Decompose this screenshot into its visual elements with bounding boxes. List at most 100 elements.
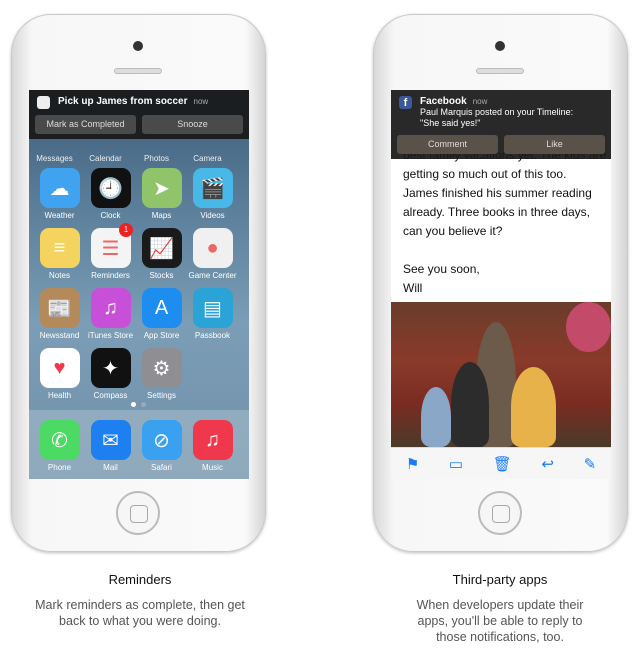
app-maps[interactable]: ➤ Maps <box>136 168 187 220</box>
app-label: Newsstand <box>39 331 80 340</box>
mail-icon: ✉ <box>90 420 131 460</box>
app-label: Mail <box>103 463 118 472</box>
facebook-icon: f <box>399 96 412 109</box>
app-phone[interactable]: ✆ Phone <box>34 420 85 479</box>
caption-third-party-apps: Third-party apps When developers update … <box>340 572 640 645</box>
app-app-store[interactable]: A App Store <box>136 288 187 340</box>
app-passbook[interactable]: ▤ Passbook <box>187 288 238 340</box>
family-photo <box>391 302 611 447</box>
app-grid: ☁ Weather 🕘 Clock ➤ Maps 🎬 Videos ≡ Notes ☰ 1 Remind… <box>34 168 238 400</box>
snooze-button[interactable]: Snooze <box>142 115 243 134</box>
peek-labels: Messages Calendar Photos Camera <box>29 154 249 163</box>
caption-reminders: Reminders Mark reminders as complete, th… <box>0 572 300 629</box>
app-label: Messages <box>36 154 73 163</box>
camera <box>133 41 143 51</box>
notification-badge: 1 <box>119 223 133 237</box>
stocks-icon: 📈 <box>141 228 182 268</box>
mail-line: James finished his summer reading <box>403 186 592 200</box>
notification-body: Paul Marquis posted on your Timeline: <box>420 107 574 117</box>
notification-body: "She said yes!" <box>420 118 481 128</box>
mail-line: can you believe it? <box>403 224 503 238</box>
home-button[interactable] <box>116 491 160 535</box>
home-button[interactable] <box>478 491 522 535</box>
mail-line: getting so much out of this too. <box>403 167 567 181</box>
app-health[interactable]: ♥ Health <box>34 348 85 400</box>
caption-text: When developers update their apps, you'l… <box>416 598 584 644</box>
notification-time: now <box>472 97 488 106</box>
iphone-right: best family vacations yet. The kids areg… <box>373 14 628 552</box>
health-icon: ♥ <box>39 348 80 388</box>
weather-icon: ☁ <box>39 168 80 208</box>
reply-icon[interactable]: ↩ <box>541 455 554 473</box>
app-reminders[interactable]: ☰ 1 Reminders <box>85 223 136 280</box>
notes-icon: ≡ <box>39 228 80 268</box>
mail-line: already. Three books in three days, <box>403 205 590 219</box>
folder-icon[interactable]: ▭ <box>449 455 463 473</box>
compose-icon[interactable]: ✎ <box>584 455 597 473</box>
facebook-notification[interactable]: f Facebook now Paul Marquis posted on you… <box>391 90 611 159</box>
settings-icon: ⚙ <box>141 348 182 388</box>
reminders-icon <box>37 96 50 109</box>
camera <box>495 41 505 51</box>
app-store-icon: A <box>141 288 182 328</box>
app-label: Clock <box>100 211 121 220</box>
videos-icon: 🎬 <box>192 168 233 208</box>
mail-toolbar: ⚑ ▭ 🗑 ↩ ✎ <box>391 447 611 479</box>
app-weather[interactable]: ☁ Weather <box>34 168 85 220</box>
app-label: Stocks <box>149 271 174 280</box>
app-label: Settings <box>147 391 176 400</box>
app-label: Game Center <box>188 271 237 280</box>
mail-line: See you soon, <box>403 262 480 276</box>
caption-text: Mark reminders as complete, then get bac… <box>35 598 245 628</box>
speaker <box>114 68 162 74</box>
app-label: Music <box>202 463 223 472</box>
game-center-icon: ● <box>192 228 233 268</box>
like-button[interactable]: Like <box>504 135 605 154</box>
trash-icon[interactable]: 🗑 <box>493 455 512 473</box>
safari-icon: ⊘ <box>141 420 182 460</box>
mail-line: Will <box>403 281 423 295</box>
app-itunes-store[interactable]: ♫ iTunes Store <box>85 288 136 340</box>
app-label: Phone <box>47 463 72 472</box>
app-label: Compass <box>93 391 128 400</box>
comment-button[interactable]: Comment <box>397 135 498 154</box>
app-label: Weather <box>44 211 75 220</box>
dock: ✆ Phone ✉ Mail ⊘ Safari ♫ Music <box>29 410 249 479</box>
caption-title: Reminders <box>108 572 172 587</box>
passbook-icon: ▤ <box>192 288 233 328</box>
app-safari[interactable]: ⊘ Safari <box>136 420 187 479</box>
app-stocks[interactable]: 📈 Stocks <box>136 228 187 280</box>
mail-line <box>403 241 608 260</box>
app-music[interactable]: ♫ Music <box>187 420 238 479</box>
iphone-left: Pick up James from soccer now Mark as Com… <box>11 14 266 552</box>
page-indicator[interactable] <box>131 402 146 407</box>
caption-title: Third-party apps <box>452 572 548 587</box>
app-label: Camera <box>193 154 222 163</box>
flag-icon[interactable]: ⚑ <box>406 455 419 473</box>
app-videos[interactable]: 🎬 Videos <box>187 168 238 220</box>
itunes-store-icon: ♫ <box>90 288 131 328</box>
compass-icon: ✦ <box>90 348 131 388</box>
mark-as-completed-button[interactable]: Mark as Completed <box>35 115 136 134</box>
app-mail[interactable]: ✉ Mail <box>85 420 136 479</box>
mail-screen: best family vacations yet. The kids areg… <box>391 90 611 479</box>
app-label: Safari <box>151 463 172 472</box>
reminder-notification[interactable]: Pick up James from soccer now Mark as Com… <box>29 90 249 139</box>
app-label: Photos <box>144 154 169 163</box>
clock-icon: 🕘 <box>90 168 131 208</box>
app-label: Reminders <box>91 271 130 280</box>
app-settings[interactable]: ⚙ Settings <box>136 348 187 400</box>
app-label: App Store <box>143 331 180 340</box>
app-newsstand[interactable]: 📰 Newsstand <box>34 288 85 340</box>
maps-icon: ➤ <box>141 168 182 208</box>
app-compass[interactable]: ✦ Compass <box>85 348 136 400</box>
app-label: Calendar <box>89 154 122 163</box>
app-label: Videos <box>200 211 225 220</box>
app-clock[interactable]: 🕘 Clock <box>85 168 136 220</box>
app-label: Maps <box>151 211 172 220</box>
app-notes[interactable]: ≡ Notes <box>34 228 85 280</box>
app-game-center[interactable]: ● Game Center <box>187 228 238 280</box>
notification-title: Facebook <box>420 96 467 107</box>
notification-time: now <box>193 97 209 106</box>
notification-title: Pick up James from soccer <box>58 96 188 107</box>
